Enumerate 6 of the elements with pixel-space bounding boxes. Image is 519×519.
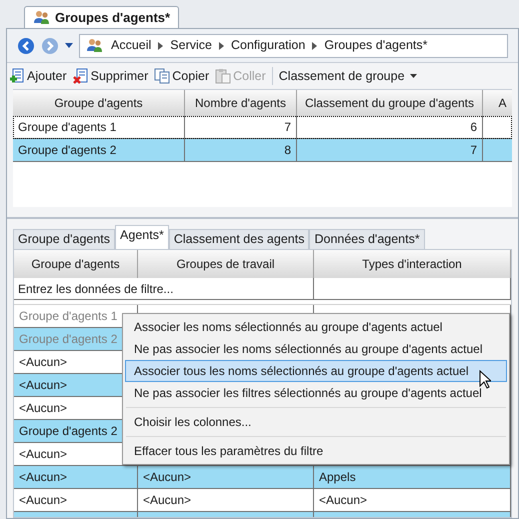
table-cell-text: 7 <box>284 119 291 136</box>
table-cell-text: 6 <box>470 119 477 136</box>
table-cell-text: Groupe d'agents 2 <box>18 142 116 159</box>
table-cell-text: 8 <box>284 142 291 159</box>
table-cell-text: Groupe d'agents 1 <box>18 119 116 136</box>
table-cell-text: 7 <box>470 142 477 159</box>
